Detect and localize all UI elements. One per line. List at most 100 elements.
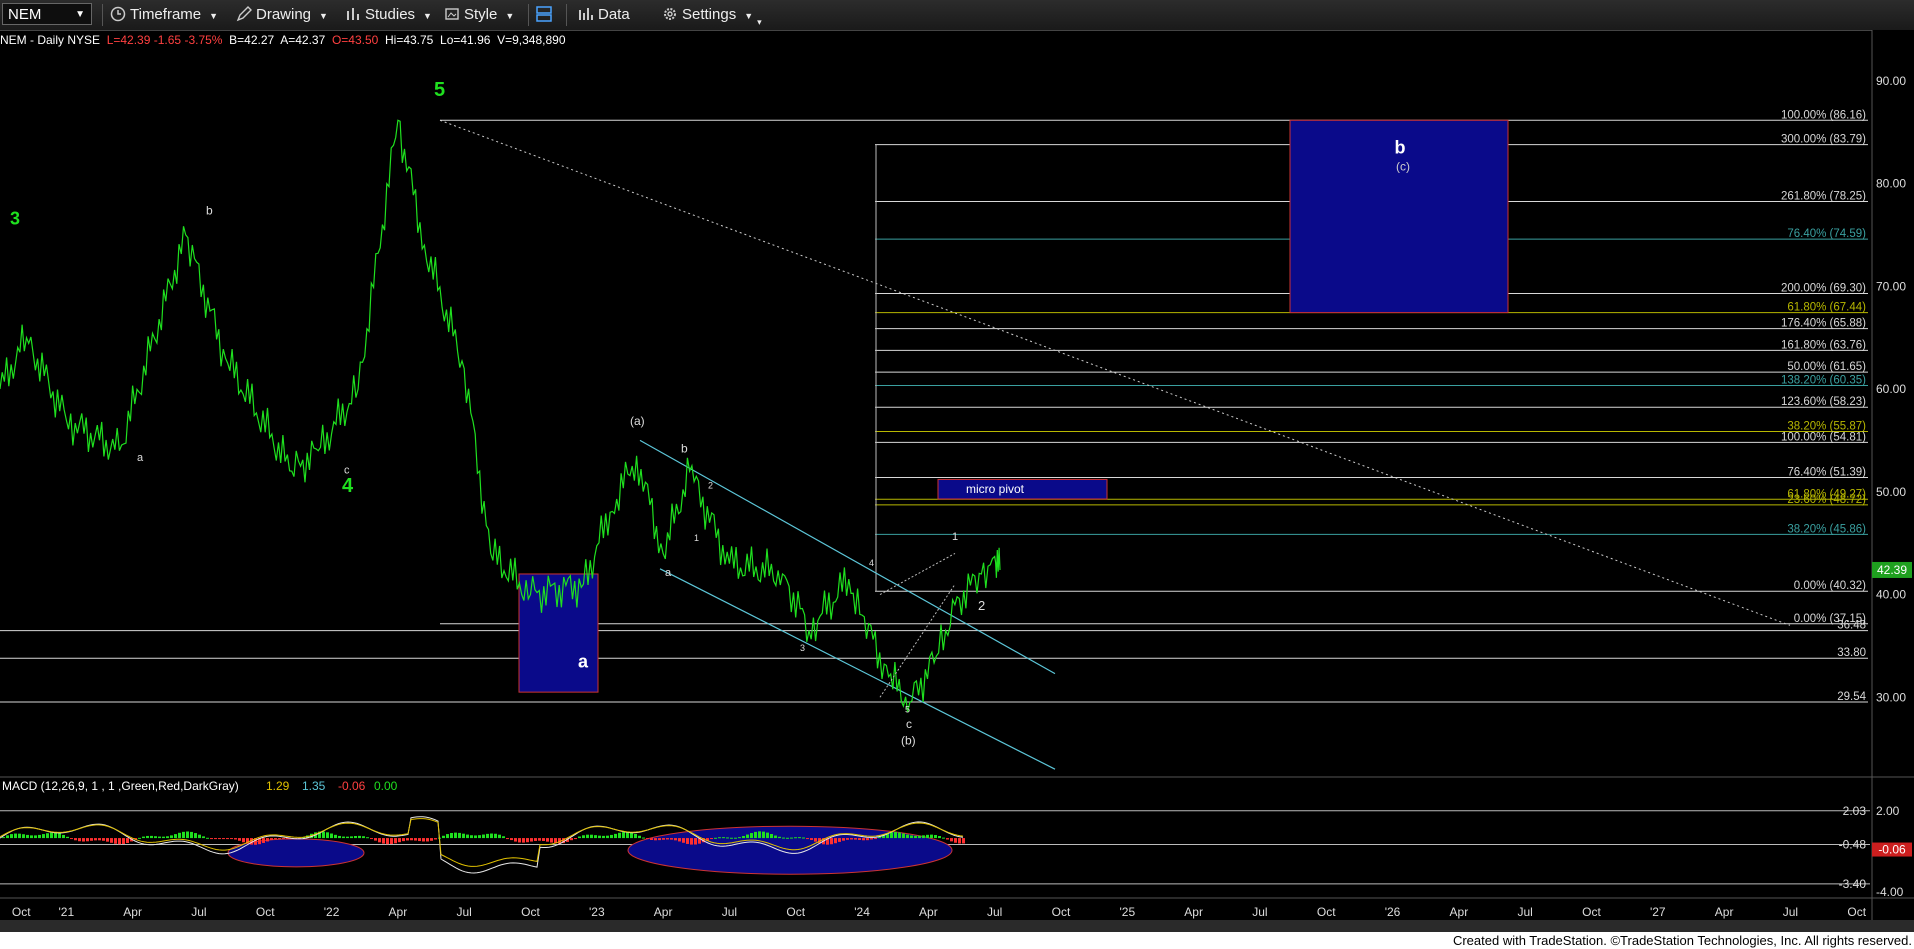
- macd-histogram-bar: [34, 835, 37, 839]
- macd-histogram-bar: [26, 834, 29, 839]
- macd-histogram-bar: [570, 838, 573, 841]
- macd-histogram-bar: [334, 834, 337, 839]
- macd-histogram-bar: [750, 833, 753, 839]
- macd-histogram-bar: [598, 835, 601, 839]
- macd-histogram-bar: [422, 838, 425, 842]
- macd-histogram-bar: [70, 838, 73, 840]
- price-chart[interactable]: 90.0080.0070.0060.0050.0040.0030.00100.0…: [0, 0, 1914, 932]
- macd-histogram-bar: [514, 838, 517, 842]
- macd-histogram-bar: [154, 836, 157, 839]
- macd-histogram-bar: [94, 838, 97, 841]
- fib-level-label: 123.60% (58.23): [1781, 396, 1866, 408]
- macd-histogram-bar: [346, 836, 349, 839]
- macd-histogram-bar: [50, 832, 53, 839]
- macd-histogram-bar: [802, 837, 805, 839]
- macd-histogram-bar: [266, 838, 269, 842]
- y-tick-label: 50.00: [1876, 485, 1906, 499]
- fib-level-label: 100.00% (86.16): [1781, 109, 1866, 121]
- macd-histogram-bar: [198, 834, 201, 839]
- macd-histogram-bar: [234, 838, 237, 840]
- macd-histogram-bar: [210, 838, 213, 840]
- macd-histogram-bar: [350, 836, 353, 839]
- macd-histogram-bar: [430, 838, 433, 841]
- macd-histogram-bar: [874, 838, 877, 840]
- macd-histogram-bar: [330, 833, 333, 839]
- copyright-text: Created with TradeStation. ©TradeStation…: [1452, 933, 1912, 948]
- macd-histogram-bar: [218, 838, 221, 840]
- macd-histogram-bar: [158, 836, 161, 839]
- macd-histogram-bar: [690, 838, 693, 845]
- wave-label-corrective: 2: [708, 481, 713, 491]
- macd-histogram-bar: [770, 834, 773, 839]
- macd-histogram-bar: [682, 838, 685, 843]
- x-tick-label: Jul: [457, 905, 472, 919]
- macd-histogram-bar: [78, 838, 81, 842]
- wave-label-corrective: (b): [901, 734, 916, 748]
- macd-histogram-bar: [382, 838, 385, 844]
- macd-histogram-bar: [442, 835, 445, 839]
- box-b-label: b: [1395, 137, 1406, 157]
- macd-histogram-bar: [934, 834, 937, 839]
- macd-histogram-bar: [242, 838, 245, 843]
- macd-histogram-bar: [226, 838, 229, 840]
- macd-histogram-bar: [946, 838, 949, 840]
- macd-histogram-bar: [602, 835, 605, 839]
- x-tick-label: Apr: [389, 905, 408, 919]
- fib-level-label: 38.20% (45.86): [1787, 523, 1866, 535]
- macd-histogram-bar: [282, 838, 285, 840]
- macd-level-label: -3.40: [1839, 877, 1867, 891]
- macd-histogram-bar: [190, 831, 193, 839]
- wave-label-b: b: [206, 203, 213, 217]
- macd-histogram-bar: [670, 838, 673, 840]
- macd-histogram-bar: [494, 833, 497, 839]
- fib-level-label: 300.00% (83.79): [1781, 134, 1866, 146]
- macd-histogram-bar: [850, 838, 853, 840]
- x-tick-label: Jul: [987, 905, 1002, 919]
- macd-histogram-bar: [482, 834, 485, 839]
- macd-histogram-bar: [634, 833, 637, 839]
- macd-histogram-bar: [766, 832, 769, 839]
- macd-histogram-bar: [714, 837, 717, 839]
- time-scrollbar[interactable]: [0, 920, 1914, 932]
- macd-histogram-bar: [686, 838, 689, 844]
- macd-histogram-bar: [46, 833, 49, 839]
- fib-level-label: 61.80% (67.44): [1787, 302, 1866, 314]
- macd-histogram-bar: [718, 837, 721, 839]
- macd-histogram-bar: [710, 838, 713, 840]
- macd-histogram-bar: [86, 838, 89, 842]
- macd-histogram-bar: [638, 835, 641, 839]
- macd-label: MACD (12,26,9, 1 , 1 ,Green,Red,DarkGray…: [2, 779, 239, 793]
- x-tick-label: Oct: [786, 905, 805, 919]
- macd-histogram-bar: [474, 835, 477, 839]
- macd-histogram-bar: [574, 838, 577, 840]
- macd-histogram-bar: [938, 836, 941, 839]
- macd-tick: 2.00: [1876, 804, 1900, 818]
- macd-value-1: 1.29: [266, 779, 290, 793]
- macd-histogram-bar: [758, 831, 761, 839]
- x-tick-label: Jul: [722, 905, 737, 919]
- macd-histogram-bar: [902, 833, 905, 839]
- macd-last-label: -0.06: [1878, 843, 1906, 857]
- macd-histogram-bar: [274, 838, 277, 840]
- x-tick-label: Oct: [1317, 905, 1336, 919]
- macd-histogram-bar: [194, 833, 197, 839]
- x-tick-label: Oct: [521, 905, 540, 919]
- macd-histogram-bar: [402, 838, 405, 842]
- macd-histogram-bar: [278, 838, 281, 840]
- x-tick-label: Oct: [1582, 905, 1601, 919]
- macd-histogram-bar: [270, 838, 273, 840]
- fib-level-label: 100.00% (54.81): [1781, 431, 1866, 443]
- macd-histogram-bar: [414, 838, 417, 841]
- x-tick-label: Jul: [191, 905, 206, 919]
- macd-histogram-bar: [922, 835, 925, 839]
- fib-level-label: 200.00% (69.30): [1781, 282, 1866, 294]
- macd-histogram-bar: [794, 837, 797, 839]
- fib-level-label: 36.48: [1837, 620, 1866, 632]
- macd-histogram-bar: [790, 837, 793, 839]
- macd-histogram-bar: [426, 838, 429, 842]
- macd-histogram-bar: [454, 832, 457, 839]
- x-tick-label: '21: [58, 905, 74, 919]
- macd-histogram-bar: [586, 834, 589, 839]
- macd-histogram-bar: [838, 838, 841, 842]
- macd-histogram-bar: [206, 837, 209, 839]
